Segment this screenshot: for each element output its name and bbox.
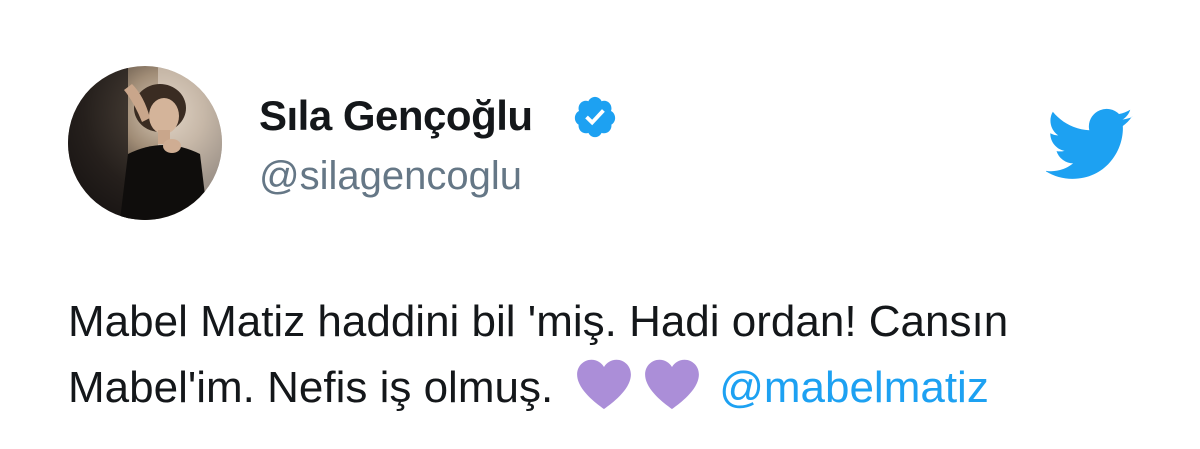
avatar-photo <box>68 66 222 220</box>
author-name[interactable]: Sıla Gençoğlu <box>259 92 533 140</box>
tweet-text-line-2: Mabel'im. Nefis iş olmuş. @mabelmatiz <box>68 355 1168 421</box>
twitter-bird-icon[interactable] <box>1046 108 1134 180</box>
mention-link[interactable]: @mabelmatiz <box>719 363 989 412</box>
verified-badge-icon <box>574 96 616 138</box>
purple-heart-icon <box>645 359 700 410</box>
purple-heart-icon <box>577 359 632 410</box>
avatar[interactable] <box>68 66 222 220</box>
tweet-card: Sıla Gençoğlu @silagencoglu Mabel Matiz … <box>0 0 1200 449</box>
tweet-text-line-1: Mabel Matiz haddini bil 'miş. Hadi ordan… <box>68 297 1009 346</box>
author-handle[interactable]: @silagencoglu <box>259 154 522 199</box>
tweet-text: Mabel Matiz haddini bil 'miş. Hadi ordan… <box>68 289 1168 421</box>
tweet-text-line-2-text: Mabel'im. Nefis iş olmuş. <box>68 363 554 412</box>
